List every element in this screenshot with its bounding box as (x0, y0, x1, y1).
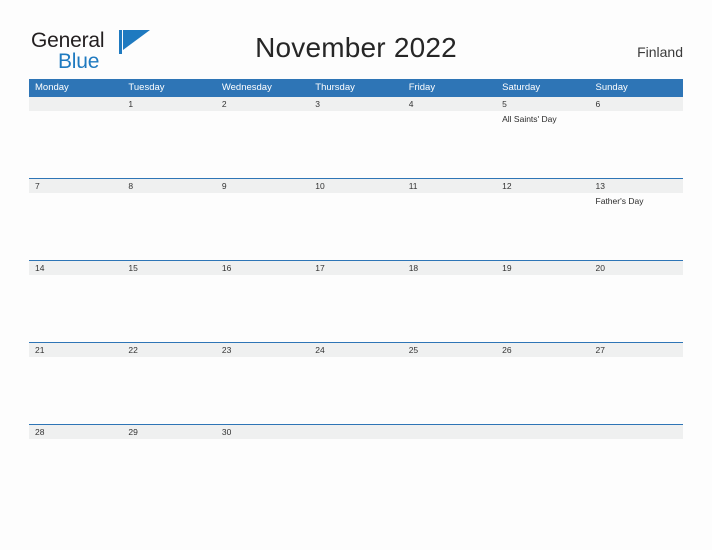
day-event[interactable] (403, 439, 496, 453)
day-event[interactable] (590, 111, 683, 178)
region-label: Finland (637, 44, 683, 60)
day-event[interactable] (403, 357, 496, 424)
day-number[interactable]: 26 (496, 343, 589, 357)
calendar-week-row: 7 8 9 10 11 12 13 Father's Day (29, 178, 683, 260)
day-number[interactable]: 24 (309, 343, 402, 357)
day-number[interactable] (590, 425, 683, 439)
week-event-strip: Father's Day (29, 193, 683, 260)
weekday-header-tuesday: Tuesday (128, 82, 165, 93)
weekday-header-row: Monday Tuesday Wednesday Thursday Friday… (29, 79, 683, 96)
day-number[interactable]: 14 (29, 261, 122, 275)
day-number[interactable]: 7 (29, 179, 122, 193)
weekday-header-friday: Friday (408, 82, 436, 93)
week-event-strip (29, 275, 683, 342)
week-number-strip: 28 29 30 (29, 425, 683, 439)
day-event[interactable] (122, 193, 215, 260)
day-event[interactable] (216, 439, 309, 453)
week-number-strip: 1 2 3 4 5 6 (29, 97, 683, 111)
page-title: November 2022 (255, 32, 457, 63)
calendar-page: General Blue November 2022 Finland Monda… (0, 0, 712, 550)
day-number[interactable] (403, 425, 496, 439)
day-number[interactable]: 8 (122, 179, 215, 193)
day-event[interactable] (216, 111, 309, 178)
week-event-strip (29, 439, 683, 453)
day-number[interactable] (496, 425, 589, 439)
day-event[interactable] (403, 111, 496, 178)
weekday-header-thursday: Thursday (315, 82, 355, 93)
day-number[interactable]: 22 (122, 343, 215, 357)
day-number[interactable]: 29 (122, 425, 215, 439)
week-number-strip: 14 15 16 17 18 19 20 (29, 261, 683, 275)
day-event[interactable] (122, 357, 215, 424)
page-header: General Blue November 2022 Finland (0, 0, 712, 78)
week-number-strip: 7 8 9 10 11 12 13 (29, 179, 683, 193)
calendar-week-row: 1 2 3 4 5 6 All Saints' Day (29, 96, 683, 178)
weekday-header-saturday: Saturday (502, 82, 541, 93)
day-number[interactable] (29, 97, 122, 111)
day-number[interactable]: 12 (496, 179, 589, 193)
day-event[interactable] (29, 111, 122, 178)
calendar-week-row: 28 29 30 (29, 424, 683, 453)
day-number[interactable]: 15 (122, 261, 215, 275)
day-event[interactable] (29, 193, 122, 260)
day-event[interactable] (496, 193, 589, 260)
day-event[interactable] (216, 193, 309, 260)
day-event[interactable] (309, 275, 402, 342)
day-number[interactable]: 2 (216, 97, 309, 111)
day-event[interactable] (216, 357, 309, 424)
day-number[interactable]: 28 (29, 425, 122, 439)
day-number[interactable]: 30 (216, 425, 309, 439)
day-number[interactable]: 6 (590, 97, 683, 111)
day-event[interactable] (309, 357, 402, 424)
day-number[interactable]: 13 (590, 179, 683, 193)
day-event[interactable]: All Saints' Day (496, 111, 589, 178)
day-number[interactable]: 16 (216, 261, 309, 275)
day-number[interactable]: 9 (216, 179, 309, 193)
day-event[interactable] (309, 193, 402, 260)
day-event[interactable] (29, 357, 122, 424)
day-number[interactable]: 27 (590, 343, 683, 357)
day-event[interactable] (496, 439, 589, 453)
day-number[interactable]: 4 (403, 97, 496, 111)
day-number[interactable]: 21 (29, 343, 122, 357)
day-event[interactable] (122, 439, 215, 453)
day-event[interactable] (122, 275, 215, 342)
day-number[interactable]: 1 (122, 97, 215, 111)
day-number[interactable]: 10 (309, 179, 402, 193)
day-number[interactable]: 19 (496, 261, 589, 275)
week-event-strip: All Saints' Day (29, 111, 683, 178)
day-event[interactable] (496, 275, 589, 342)
day-number[interactable]: 11 (403, 179, 496, 193)
day-number[interactable]: 20 (590, 261, 683, 275)
week-number-strip: 21 22 23 24 25 26 27 (29, 343, 683, 357)
day-event[interactable] (216, 275, 309, 342)
calendar-grid: Monday Tuesday Wednesday Thursday Friday… (29, 79, 683, 453)
weekday-header-wednesday: Wednesday (221, 82, 272, 93)
day-event[interactable] (590, 275, 683, 342)
calendar-week-row: 21 22 23 24 25 26 27 (29, 342, 683, 424)
day-event[interactable] (309, 111, 402, 178)
week-event-strip (29, 357, 683, 424)
weekday-header-monday: Monday (35, 82, 69, 93)
day-event[interactable] (29, 275, 122, 342)
day-number[interactable]: 17 (309, 261, 402, 275)
day-number[interactable] (309, 425, 402, 439)
calendar-week-row: 14 15 16 17 18 19 20 (29, 260, 683, 342)
day-event[interactable] (403, 275, 496, 342)
day-event[interactable] (403, 193, 496, 260)
day-number[interactable]: 25 (403, 343, 496, 357)
day-event[interactable] (496, 357, 589, 424)
day-number[interactable]: 5 (496, 97, 589, 111)
day-event[interactable] (590, 357, 683, 424)
day-number[interactable]: 23 (216, 343, 309, 357)
day-number[interactable]: 3 (309, 97, 402, 111)
day-number[interactable]: 18 (403, 261, 496, 275)
day-event[interactable]: Father's Day (590, 193, 683, 260)
day-event[interactable] (29, 439, 122, 453)
day-event[interactable] (590, 439, 683, 453)
day-event[interactable] (309, 439, 402, 453)
weekday-header-sunday: Sunday (595, 82, 628, 93)
day-event[interactable] (122, 111, 215, 178)
